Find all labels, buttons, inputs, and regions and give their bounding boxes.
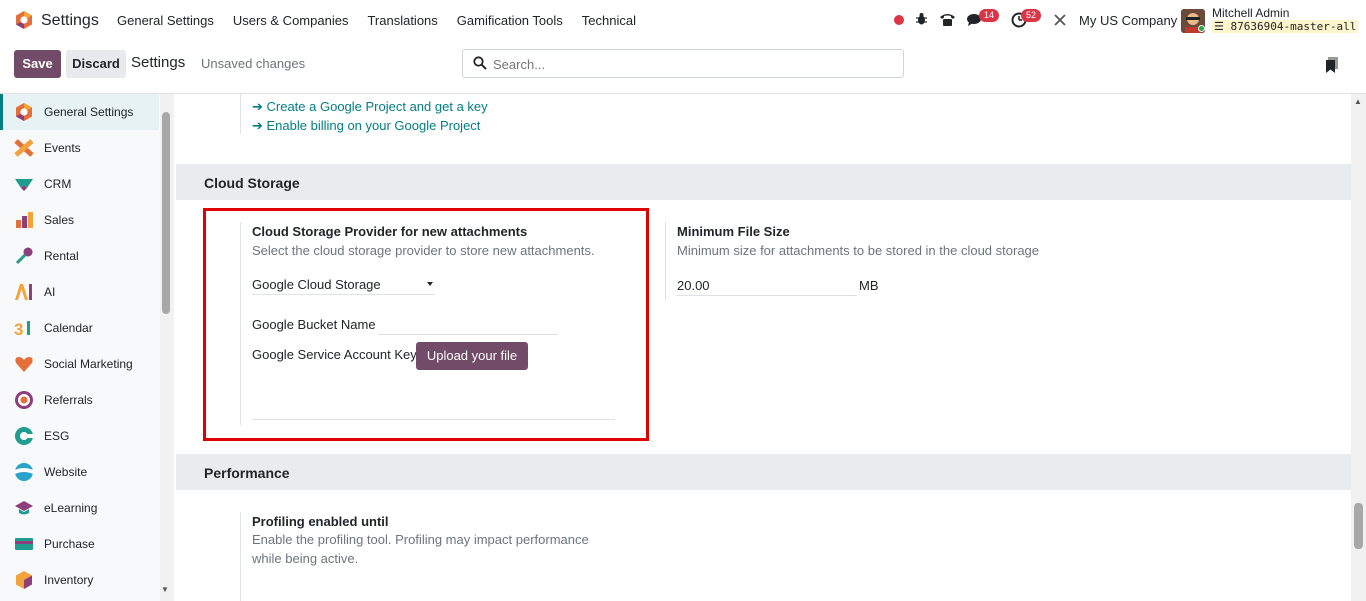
sidebar-scroll-down-icon[interactable]: ▼ bbox=[161, 585, 169, 594]
sidebar-item-label: ESG bbox=[44, 429, 70, 443]
sidebar-item-label: Rental bbox=[44, 249, 79, 263]
sidebar-item-label: CRM bbox=[44, 177, 72, 191]
phone-icon[interactable] bbox=[939, 12, 956, 27]
bookmark-icon[interactable] bbox=[1325, 57, 1339, 73]
menu-gamification-tools[interactable]: Gamification Tools bbox=[457, 13, 563, 28]
esg-app-icon bbox=[15, 427, 34, 445]
profiling-description-line-1: Enable the profiling tool. Profiling may… bbox=[252, 532, 589, 547]
sidebar-item-elearning[interactable]: eLearning bbox=[0, 490, 159, 526]
calendar-app-icon: 3 bbox=[14, 320, 30, 338]
tools-icon[interactable] bbox=[1053, 13, 1067, 27]
profiling-description-line-2: while being active. bbox=[252, 551, 359, 566]
website-app-icon bbox=[15, 463, 33, 481]
sidebar-item-label: Sales bbox=[44, 213, 75, 227]
sidebar-item-purchase[interactable]: Purchase bbox=[0, 526, 159, 562]
crm-app-icon bbox=[15, 179, 33, 191]
setting-divider bbox=[240, 512, 241, 601]
main-scrollbar-thumb[interactable] bbox=[1354, 503, 1363, 549]
chat-count-badge: 14 bbox=[979, 9, 1000, 22]
main-menu: General Settings Users & Companies Trans… bbox=[117, 13, 655, 28]
company-switcher[interactable]: My US Company bbox=[1079, 13, 1177, 28]
social-marketing-app-icon bbox=[15, 357, 33, 372]
sales-app-icon bbox=[16, 212, 33, 228]
online-status-icon bbox=[1198, 25, 1205, 32]
search-icon bbox=[473, 56, 487, 70]
sidebar-item-label: Referrals bbox=[44, 393, 93, 407]
sidebar-item-events[interactable]: Events bbox=[0, 130, 159, 166]
create-google-project-link[interactable]: ➔ Create a Google Project and get a key bbox=[252, 99, 488, 115]
activity-count-badge: 52 bbox=[1021, 9, 1042, 22]
ai-app-icon bbox=[15, 284, 32, 300]
svg-text:3: 3 bbox=[14, 320, 23, 338]
search-bar[interactable] bbox=[462, 49, 904, 78]
sidebar-item-inventory[interactable]: Inventory bbox=[0, 562, 159, 598]
sidebar-item-label: Website bbox=[44, 465, 88, 479]
events-app-icon bbox=[14, 139, 34, 157]
database-name-text: 87636904-master-all bbox=[1230, 20, 1357, 33]
sidebar-item-label: Inventory bbox=[44, 573, 94, 587]
sidebar-item-esg[interactable]: ESG bbox=[0, 418, 159, 454]
top-navbar: Settings General Settings Users & Compan… bbox=[0, 0, 1366, 41]
performance-section-header bbox=[176, 454, 1351, 490]
recording-indicator-icon[interactable] bbox=[894, 15, 904, 25]
minimum-file-size-title: Minimum File Size bbox=[677, 224, 790, 239]
menu-users-companies[interactable]: Users & Companies bbox=[233, 13, 349, 28]
sidebar-item-label: Calendar bbox=[44, 321, 93, 335]
sidebar-item-crm[interactable]: CRM bbox=[0, 166, 159, 202]
elearning-app-icon bbox=[15, 501, 33, 515]
sidebar-item-referrals[interactable]: Referrals bbox=[0, 382, 159, 418]
enable-billing-link[interactable]: ➔ Enable billing on your Google Project bbox=[252, 118, 480, 134]
sidebar-item-general-settings[interactable]: General Settings bbox=[0, 94, 159, 130]
sidebar-item-rental[interactable]: Rental bbox=[0, 238, 159, 274]
unsaved-changes-indicator: Unsaved changes bbox=[201, 56, 306, 71]
rental-app-icon bbox=[15, 247, 33, 265]
menu-translations[interactable]: Translations bbox=[367, 13, 437, 28]
sidebar-item-label: eLearning bbox=[44, 501, 98, 515]
main-scroll-up-icon[interactable]: ▲ bbox=[1354, 97, 1362, 106]
odoo-settings-logo-icon[interactable] bbox=[14, 10, 34, 30]
referrals-app-icon bbox=[15, 391, 33, 409]
database-name: ☰ 87636904-master-all bbox=[1212, 20, 1359, 33]
settings-app-icon bbox=[16, 103, 32, 121]
sidebar-item-website[interactable]: Website bbox=[0, 454, 159, 490]
minimum-file-size-unit: MB bbox=[859, 278, 879, 293]
user-name[interactable]: Mitchell Admin bbox=[1212, 6, 1289, 20]
highlight-annotation-box bbox=[203, 208, 649, 441]
purchase-app-icon bbox=[15, 538, 33, 550]
debug-bug-icon[interactable] bbox=[915, 12, 928, 26]
performance-section-title: Performance bbox=[204, 465, 290, 481]
sidebar-item-sales[interactable]: Sales bbox=[0, 202, 159, 238]
sidebar-item-label: AI bbox=[44, 285, 56, 299]
settings-sidebar: General Settings Events CRM Sales Rental… bbox=[0, 94, 174, 601]
app-title[interactable]: Settings bbox=[41, 12, 99, 30]
discard-button[interactable]: Discard bbox=[66, 50, 126, 78]
setting-divider bbox=[665, 222, 666, 300]
save-button[interactable]: Save bbox=[14, 50, 61, 78]
sidebar-item-label: Events bbox=[44, 141, 81, 155]
menu-technical[interactable]: Technical bbox=[582, 13, 636, 28]
inventory-app-icon bbox=[16, 571, 32, 589]
sidebar-item-ai[interactable]: AI bbox=[0, 274, 159, 310]
profiling-enabled-title: Profiling enabled until bbox=[252, 514, 389, 529]
control-panel: Save Discard Settings Unsaved changes bbox=[0, 41, 1366, 94]
cloud-storage-section-title: Cloud Storage bbox=[204, 175, 300, 191]
menu-general-settings[interactable]: General Settings bbox=[117, 13, 214, 28]
sidebar-item-label: Social Marketing bbox=[44, 357, 133, 371]
breadcrumb-title: Settings bbox=[131, 54, 186, 71]
sidebar-item-label: General Settings bbox=[44, 105, 134, 119]
minimum-file-size-input[interactable]: 20.00 bbox=[677, 278, 857, 296]
setting-divider bbox=[240, 94, 241, 134]
cloud-storage-section-header bbox=[176, 164, 1351, 200]
minimum-file-size-description: Minimum size for attachments to be store… bbox=[677, 243, 1040, 258]
sidebar-item-calendar[interactable]: 3 Calendar bbox=[0, 310, 159, 346]
sidebar-scrollbar-thumb[interactable] bbox=[162, 112, 170, 314]
sidebar-item-social-marketing[interactable]: Social Marketing bbox=[0, 346, 159, 382]
sidebar-item-label: Purchase bbox=[44, 537, 95, 551]
search-input[interactable] bbox=[493, 55, 893, 73]
